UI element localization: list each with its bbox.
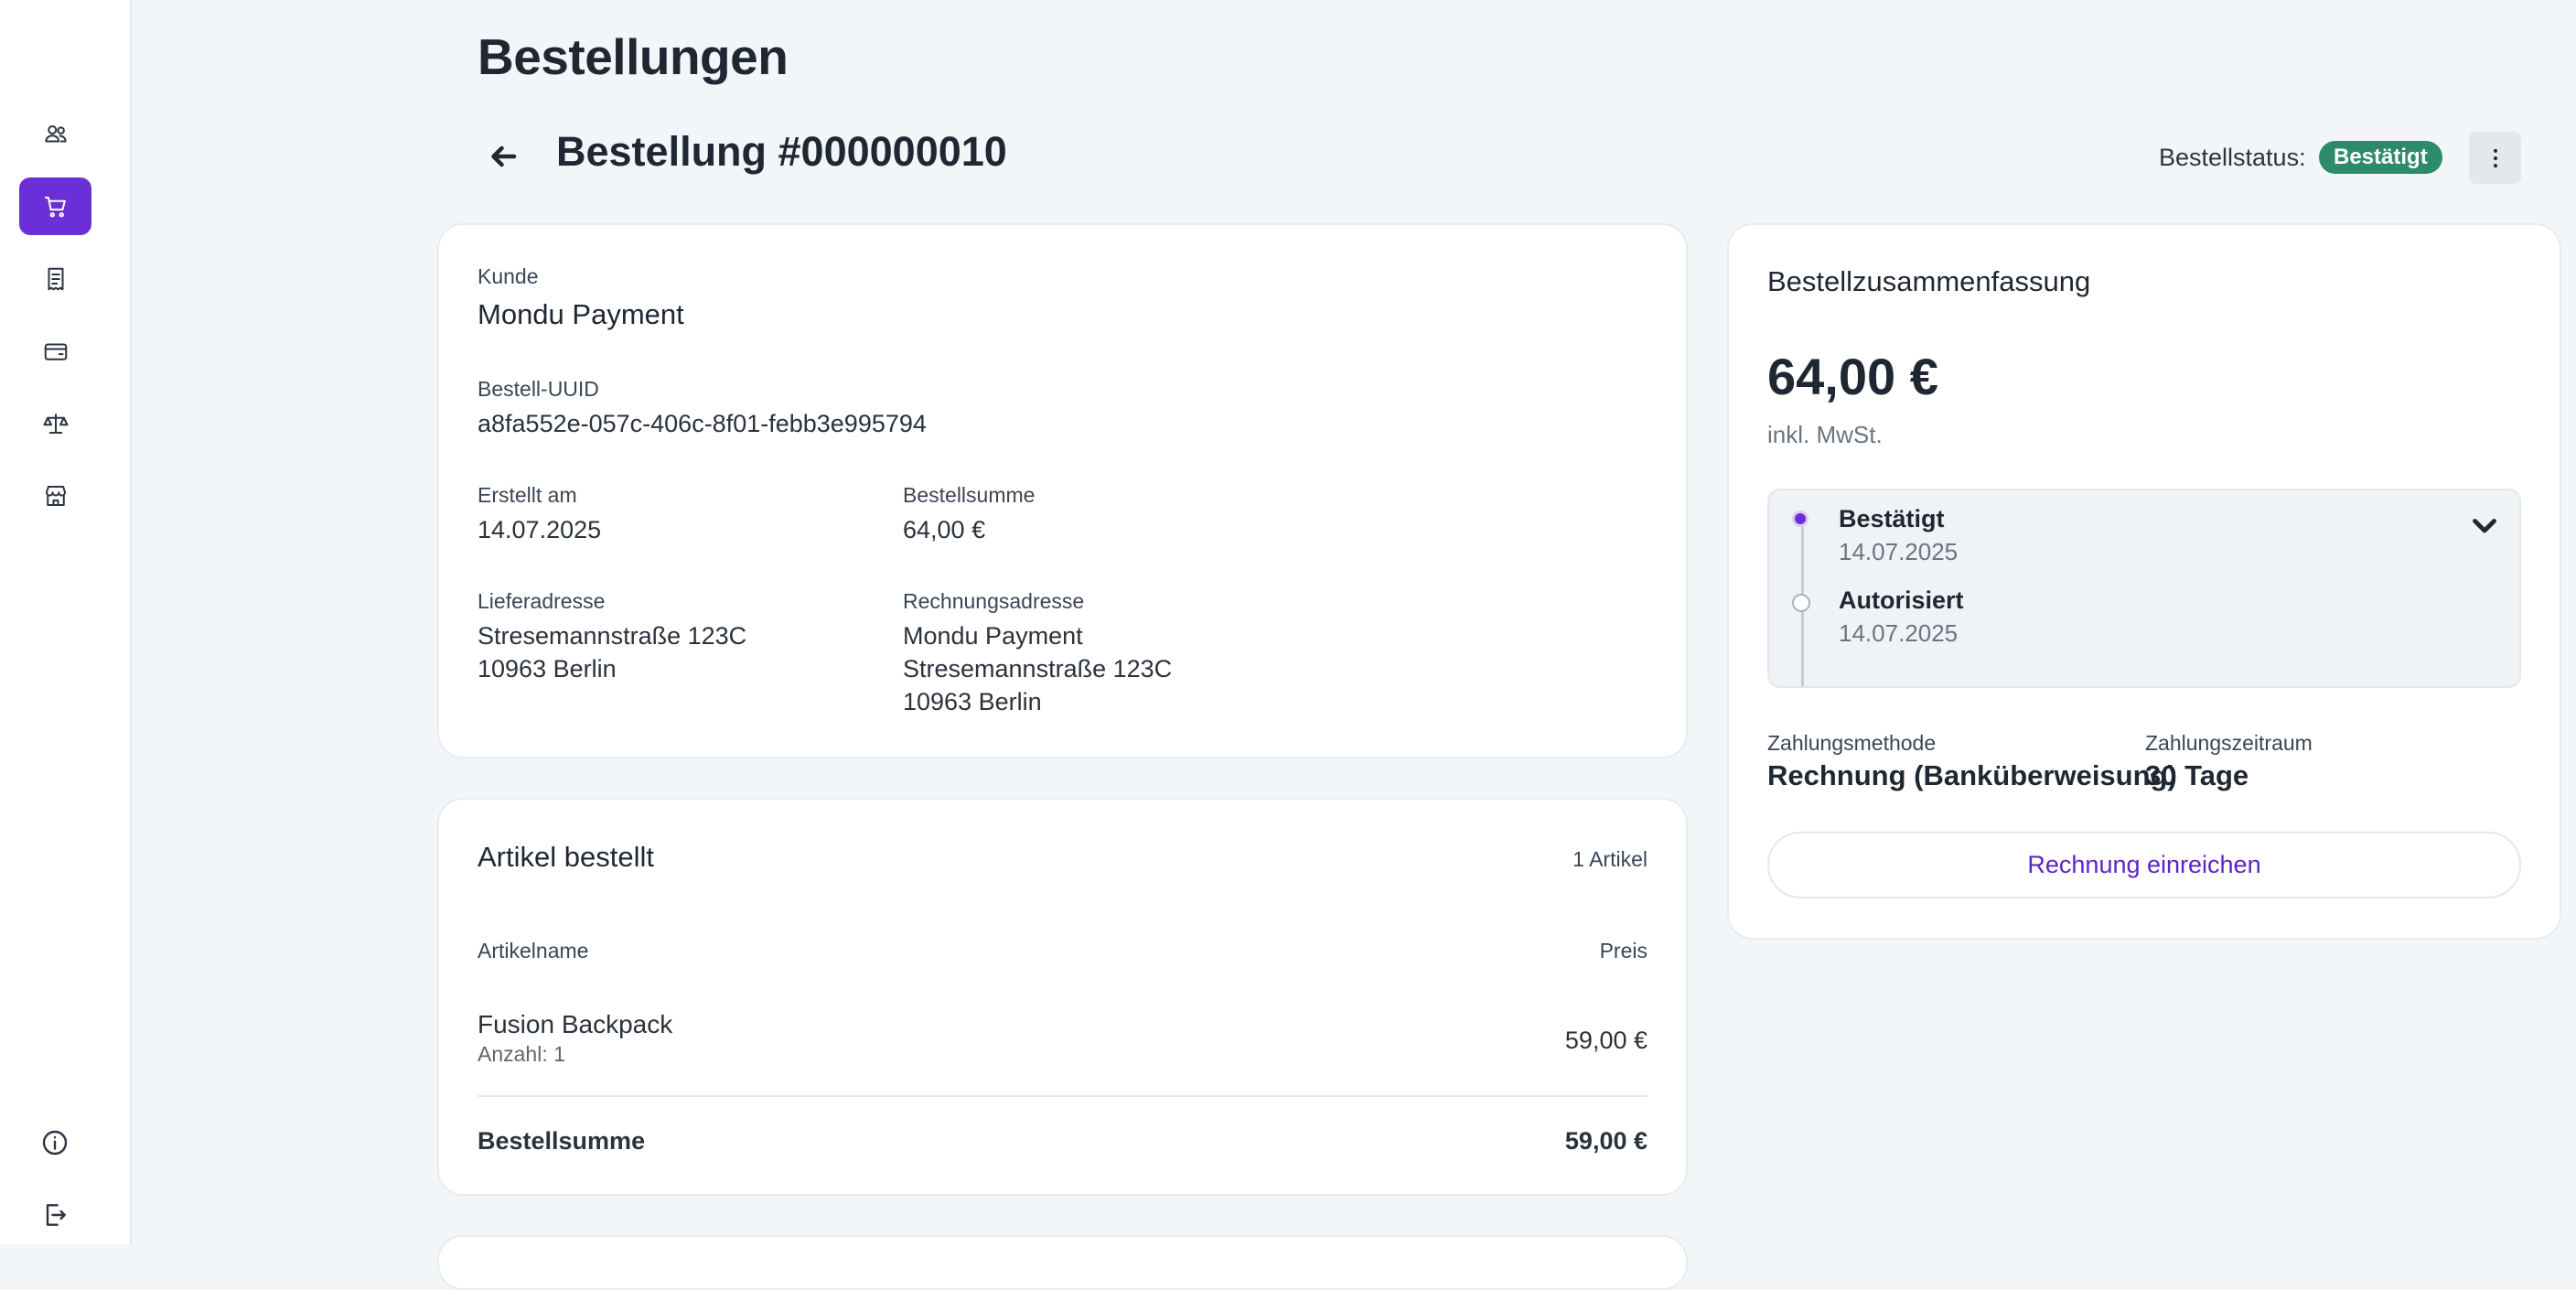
shipping-address-label: Lieferadresse (478, 589, 606, 613)
items-title: Artikel bestellt (478, 841, 654, 873)
timeline-dot-active (1792, 511, 1809, 527)
wallet-icon (44, 343, 67, 360)
payment-term-label: Zahlungszeitraum (2145, 731, 2313, 755)
order-details-card: Kunde Mondu Payment Bestell-UUID a8fa552… (437, 223, 1688, 758)
timeline-step-title: Autorisiert (1839, 586, 1964, 614)
payment-term-value: 30 Tage (2145, 759, 2249, 791)
shipping-address-line: Stresemannstraße 123C (478, 622, 747, 650)
item-quantity: Anzahl: 1 (478, 1042, 565, 1066)
items-total-label: Bestellsumme (478, 1127, 646, 1155)
submit-invoice-button[interactable]: Rechnung einreichen (1767, 832, 2521, 898)
sidebar-item-legal[interactable] (19, 394, 91, 452)
info-button[interactable] (40, 1128, 70, 1157)
customer-name: Mondu Payment (478, 298, 684, 330)
billing-address-label: Rechnungsadresse (903, 589, 1085, 613)
sidebar-item-customers[interactable] (19, 105, 91, 163)
uuid-label: Bestell-UUID (478, 377, 599, 401)
created-value: 14.07.2025 (478, 516, 602, 543)
timeline-step-title: Bestätigt (1839, 505, 1945, 532)
sidebar-item-orders[interactable] (19, 177, 91, 235)
sidebar-item-invoices[interactable] (19, 250, 91, 307)
next-card (437, 1235, 1688, 1290)
items-count: 1 Artikel (1572, 847, 1648, 871)
order-total-value: 64,00 € (903, 516, 986, 543)
ordered-items-card: Artikel bestellt 1 Artikel Artikelname P… (437, 798, 1688, 1196)
shipping-address-line: 10963 Berlin (478, 655, 617, 683)
billing-address-line: Stresemannstraße 123C (903, 655, 1173, 683)
sidebar-item-payments[interactable] (19, 322, 91, 380)
divider (478, 1095, 1648, 1097)
payment-method-value: Rechnung (Banküberweisung) (1767, 759, 2177, 791)
summary-title: Bestellzusammenfassung (1767, 265, 2091, 297)
receipt-icon (48, 267, 63, 290)
sidebar (0, 0, 132, 1244)
item-price: 59,00 € (1564, 1027, 1648, 1054)
store-icon (45, 485, 66, 506)
status-label: Bestellstatus: (2159, 144, 2306, 171)
page-title: Bestellungen (478, 28, 789, 85)
summary-amount: 64,00 € (1767, 348, 1938, 405)
customer-label: Kunde (478, 264, 539, 288)
created-label: Erstellt am (478, 483, 577, 507)
uuid-value: a8fa552e-057c-406c-8f01-febb3e995794 (478, 410, 927, 437)
column-header-name: Artikelname (478, 939, 589, 962)
billing-address-line: 10963 Berlin (903, 688, 1042, 715)
scale-icon (43, 413, 68, 434)
timeline-dot (1792, 594, 1810, 612)
logout-icon (46, 1204, 66, 1226)
status-timeline[interactable]: Bestätigt 14.07.2025 Autorisiert 14.07.2… (1767, 489, 2521, 688)
sidebar-item-shops[interactable] (19, 467, 91, 524)
back-button[interactable] (478, 134, 529, 179)
chevron-down-icon (2473, 519, 2496, 533)
timeline-step-date: 14.07.2025 (1839, 619, 1959, 647)
item-name: Fusion Backpack (478, 1010, 673, 1038)
billing-address-line: Mondu Payment (903, 622, 1083, 650)
order-title: Bestellung #000000010 (556, 128, 1007, 175)
more-vertical-icon (2493, 148, 2497, 167)
status-badge: Bestätigt (2319, 141, 2442, 174)
users-icon (44, 124, 67, 142)
shopping-cart-icon (44, 196, 66, 217)
column-header-price: Preis (1599, 939, 1648, 962)
payment-method-label: Zahlungsmethode (1767, 731, 1937, 755)
timeline-step-date: 14.07.2025 (1839, 538, 1959, 565)
order-total-label: Bestellsumme (903, 483, 1036, 507)
timeline-expand-button[interactable] (2468, 509, 2501, 542)
tax-note: inkl. MwSt. (1767, 421, 1883, 448)
arrow-left-icon (491, 145, 517, 167)
more-options-button[interactable] (2469, 132, 2521, 184)
logout-button[interactable] (40, 1200, 70, 1230)
items-total-value: 59,00 € (1564, 1127, 1648, 1155)
info-icon (42, 1130, 68, 1156)
